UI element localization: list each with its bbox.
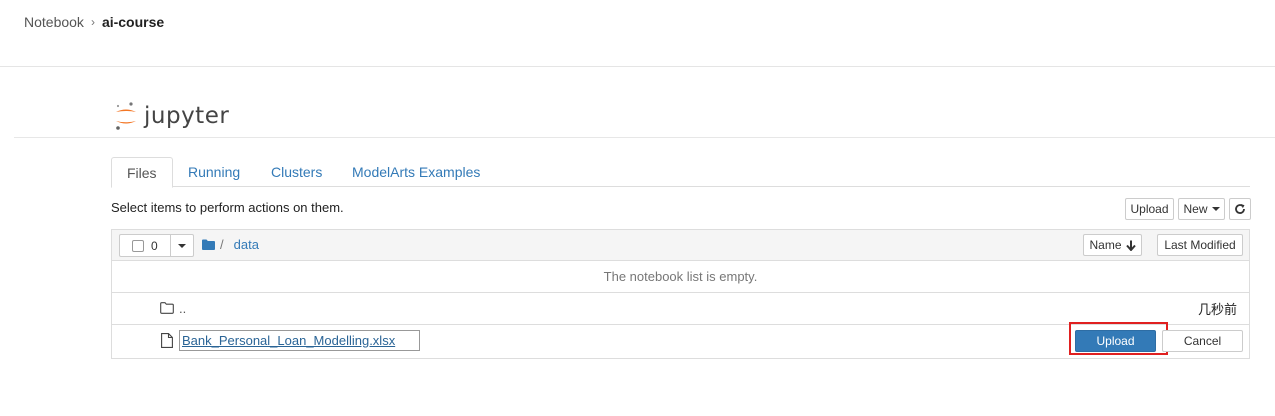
jupyter-logo-text: jupyter	[144, 103, 230, 129]
parent-dir-modified: 几秒前	[1197, 302, 1237, 317]
select-all-dropdown[interactable]: 0	[119, 234, 194, 257]
empty-list-message: The notebook list is empty.	[603, 269, 758, 284]
breadcrumb-separator: ›	[90, 15, 95, 29]
tab-clusters[interactable]: Clusters	[256, 157, 337, 187]
list-item-parent-dir[interactable]: .. 几秒前	[112, 293, 1249, 325]
breadcrumb: Notebook › ai-course	[24, 14, 164, 30]
file-icon	[161, 333, 173, 348]
breadcrumb-current: ai-course	[101, 14, 165, 30]
top-bar: Notebook › ai-course	[0, 0, 1275, 67]
path-separator: /	[220, 237, 224, 252]
folder-outline-icon	[160, 302, 174, 314]
upload-button[interactable]: Upload	[1125, 198, 1174, 220]
upload-filename-input[interactable]: Bank_Personal_Loan_Modelling.xlsx	[179, 330, 420, 351]
file-list-header: 0 / data Name Last Modified	[112, 230, 1249, 261]
parent-dir-link[interactable]: ..	[179, 301, 186, 316]
selected-count: 0	[151, 238, 158, 253]
new-dropdown-button[interactable]: New	[1178, 198, 1225, 220]
empty-row: The notebook list is empty.	[112, 261, 1249, 293]
jupyter-header: jupyter	[14, 96, 1275, 138]
refresh-icon	[1235, 204, 1245, 214]
sort-name-label: Name	[1089, 238, 1122, 252]
select-all-checkbox[interactable]	[132, 239, 144, 252]
tab-running[interactable]: Running	[173, 157, 255, 187]
chevron-down-icon[interactable]	[178, 244, 186, 248]
folder-icon[interactable]	[202, 239, 215, 250]
divider	[170, 235, 171, 256]
tab-modelarts-examples[interactable]: ModelArts Examples	[337, 157, 495, 187]
tab-files[interactable]: Files	[111, 157, 173, 188]
tab-bar: Files Running Clusters ModelArts Example…	[111, 157, 1250, 188]
confirm-upload-button[interactable]: Upload	[1075, 330, 1156, 352]
jupyter-logo-icon	[116, 102, 136, 130]
list-item-pending-upload: Bank_Personal_Loan_Modelling.xlsx Upload…	[112, 322, 1249, 357]
sort-by-name-button[interactable]: Name	[1083, 234, 1142, 256]
arrow-down-icon	[1125, 240, 1136, 251]
new-label: New	[1183, 202, 1208, 216]
chevron-down-icon	[1211, 207, 1220, 211]
refresh-button[interactable]	[1229, 198, 1251, 220]
jupyter-logo[interactable]: jupyter	[114, 101, 229, 131]
file-list: 0 / data Name Last Modified The notebook…	[111, 229, 1250, 359]
sort-last-modified-button[interactable]: Last Modified	[1157, 234, 1243, 256]
selection-hint: Select items to perform actions on them.	[111, 200, 344, 215]
cancel-upload-button[interactable]: Cancel	[1162, 330, 1243, 352]
path-breadcrumb: / data	[202, 237, 259, 252]
breadcrumb-root[interactable]: Notebook	[24, 14, 84, 30]
path-folder-link[interactable]: data	[234, 237, 259, 252]
